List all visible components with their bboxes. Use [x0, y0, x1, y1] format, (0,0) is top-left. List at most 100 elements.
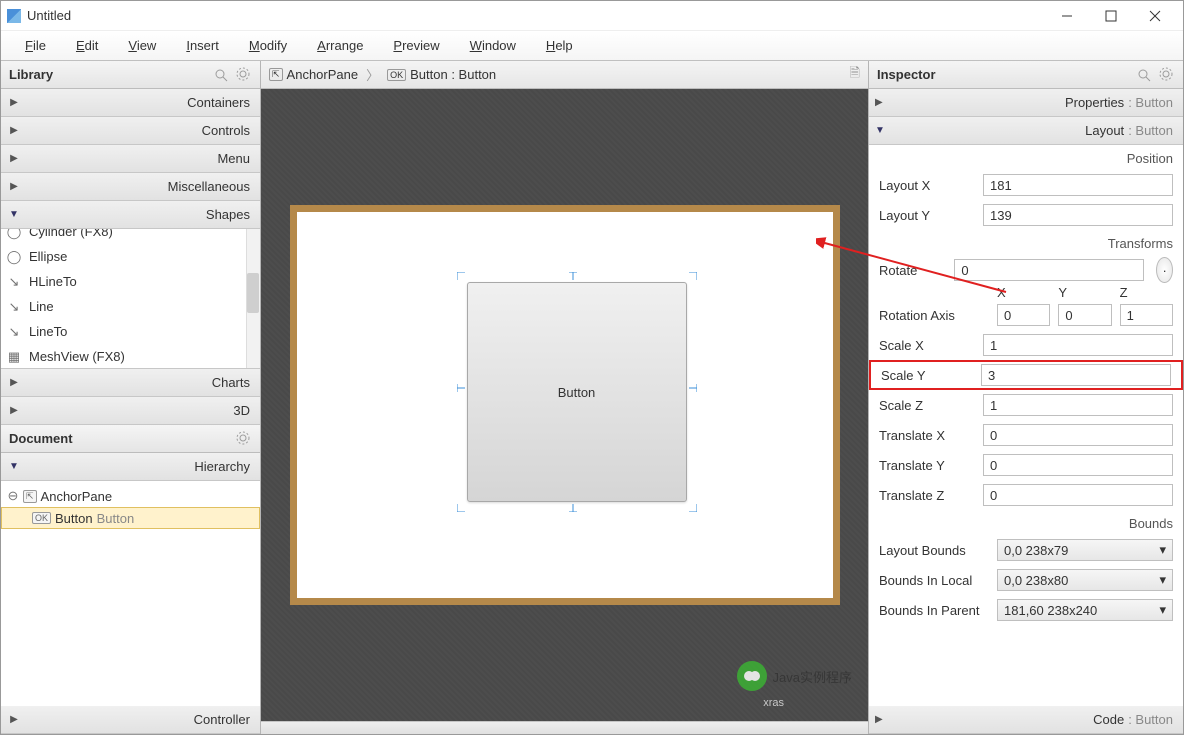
- menu-edit[interactable]: Edit: [62, 34, 112, 57]
- menu-arrange[interactable]: Arrange: [303, 34, 377, 57]
- prop-bounds-parent: Bounds In Parent181,60 238x240▾: [869, 595, 1183, 625]
- section-menu[interactable]: ▶Menu: [1, 145, 260, 173]
- prop-scale-y: Scale Y: [869, 360, 1183, 390]
- close-button[interactable]: [1133, 2, 1177, 30]
- section-hierarchy[interactable]: ▼Hierarchy: [1, 453, 260, 481]
- translate-y-input[interactable]: [983, 454, 1173, 476]
- left-panel: Library ▶Containers ▶Controls ▶Menu ▶Mis…: [1, 61, 261, 734]
- translate-x-input[interactable]: [983, 424, 1173, 446]
- section-3d[interactable]: ▶3D: [1, 397, 260, 425]
- section-properties[interactable]: ▶Properties: Button: [869, 89, 1183, 117]
- inspector-title: Inspector: [877, 67, 936, 82]
- document-icon[interactable]: 🗎: [850, 64, 860, 86]
- prop-translate-z: Translate Z: [869, 480, 1183, 510]
- prop-layout-y: Layout Y: [869, 200, 1183, 230]
- chevron-down-icon: ▾: [1159, 542, 1166, 558]
- library-title: Library: [9, 67, 53, 82]
- menu-preview[interactable]: Preview: [379, 34, 453, 57]
- section-controller[interactable]: ▶Controller: [1, 706, 260, 734]
- chevron-right-icon: 〉: [366, 65, 379, 84]
- list-item[interactable]: ↘HLineTo: [1, 269, 260, 294]
- axis-labels: XYZ: [869, 285, 1183, 300]
- button-node[interactable]: Button: [467, 282, 687, 502]
- list-item[interactable]: ↘Line: [1, 294, 260, 319]
- crumb-anchorpane[interactable]: ⇱AnchorPane: [269, 67, 358, 82]
- prop-rotate: Rotate·: [869, 255, 1183, 285]
- gear-icon[interactable]: [1159, 67, 1175, 83]
- section-controls[interactable]: ▶Controls: [1, 117, 260, 145]
- button-icon: OK: [32, 512, 51, 524]
- maximize-button[interactable]: [1089, 2, 1133, 30]
- section-shapes[interactable]: ▼Shapes: [1, 201, 260, 229]
- list-item[interactable]: ◯Ellipse: [1, 244, 260, 269]
- center-panel: ⇱AnchorPane 〉 OKButton : Button 🗎 Button: [261, 61, 868, 734]
- inspector-header: Inspector: [869, 61, 1183, 89]
- layout-y-input[interactable]: [983, 204, 1173, 226]
- layout-x-input[interactable]: [983, 174, 1173, 196]
- faint-watermark: xras: [763, 697, 784, 709]
- tree-row-anchorpane[interactable]: ⊖ ⇱ AnchorPane: [1, 485, 260, 507]
- bounds-parent-combo[interactable]: 181,60 238x240▾: [997, 599, 1173, 621]
- rotation-axis-x[interactable]: [997, 304, 1050, 326]
- document-header: Document: [1, 425, 260, 453]
- chevron-down-icon: ▾: [1159, 602, 1166, 618]
- shapes-list: ◯Cylinder (FX8) ◯Ellipse ↘HLineTo ↘Line …: [1, 229, 260, 369]
- section-containers[interactable]: ▶Containers: [1, 89, 260, 117]
- library-header: Library: [1, 61, 260, 89]
- menu-modify[interactable]: Modify: [235, 34, 301, 57]
- scale-y-input[interactable]: [981, 364, 1171, 386]
- inspector-panel: Inspector ▶Properties: Button ▼Layout: B…: [868, 61, 1183, 734]
- prop-layout-x: Layout X: [869, 170, 1183, 200]
- translate-z-input[interactable]: [983, 484, 1173, 506]
- page-anchorpane[interactable]: Button: [290, 205, 840, 605]
- canvas-bottom-bar: [261, 721, 868, 734]
- window-title: Untitled: [27, 8, 1045, 23]
- chevron-down-icon: ▾: [1159, 572, 1166, 588]
- crumb-button[interactable]: OKButton : Button: [387, 67, 496, 82]
- group-transforms: Transforms: [869, 230, 1183, 255]
- menu-view[interactable]: View: [114, 34, 170, 57]
- section-layout[interactable]: ▼Layout: Button: [869, 117, 1183, 145]
- scale-z-input[interactable]: [983, 394, 1173, 416]
- search-icon[interactable]: [212, 66, 230, 84]
- app-icon: [7, 9, 21, 23]
- menu-window[interactable]: Window: [456, 34, 530, 57]
- section-misc[interactable]: ▶Miscellaneous: [1, 173, 260, 201]
- menubar: File Edit View Insert Modify Arrange Pre…: [1, 31, 1183, 61]
- scale-x-input[interactable]: [983, 334, 1173, 356]
- hierarchy-tree: ⊖ ⇱ AnchorPane OK Button Button: [1, 481, 260, 706]
- rotate-input[interactable]: [954, 259, 1144, 281]
- scrollbar[interactable]: [246, 229, 260, 368]
- prop-bounds-local: Bounds In Local0,0 238x80▾: [869, 565, 1183, 595]
- bounds-local-combo[interactable]: 0,0 238x80▾: [997, 569, 1173, 591]
- rotate-dial[interactable]: ·: [1156, 257, 1173, 283]
- group-position: Position: [869, 145, 1183, 170]
- menu-insert[interactable]: Insert: [172, 34, 233, 57]
- prop-rotation-axis: Rotation Axis: [869, 300, 1183, 330]
- tree-row-button[interactable]: OK Button Button: [1, 507, 260, 529]
- gear-icon[interactable]: [236, 67, 252, 83]
- layout-bounds-combo[interactable]: 0,0 238x79▾: [997, 539, 1173, 561]
- watermark: Java实例程序: [737, 661, 852, 691]
- rotation-axis-z[interactable]: [1120, 304, 1173, 326]
- list-item[interactable]: ↘LineTo: [1, 319, 260, 344]
- prop-scale-x: Scale X: [869, 330, 1183, 360]
- anchor-icon: ⇱: [23, 490, 37, 503]
- menu-file[interactable]: File: [11, 34, 60, 57]
- menu-help[interactable]: Help: [532, 34, 587, 57]
- list-item[interactable]: ▦MeshView (FX8): [1, 344, 260, 369]
- search-icon[interactable]: [1135, 66, 1153, 84]
- canvas[interactable]: Button Java实例程序 xras: [261, 89, 868, 721]
- prop-translate-y: Translate Y: [869, 450, 1183, 480]
- inspector-body: Position Layout X Layout Y Transforms Ro…: [869, 145, 1183, 706]
- minimize-button[interactable]: [1045, 2, 1089, 30]
- section-code[interactable]: ▶Code: Button: [869, 706, 1183, 734]
- list-item[interactable]: ◯Cylinder (FX8): [1, 229, 260, 244]
- titlebar: Untitled: [1, 1, 1183, 31]
- document-title: Document: [9, 431, 73, 446]
- section-charts[interactable]: ▶Charts: [1, 369, 260, 397]
- rotation-axis-y[interactable]: [1058, 304, 1111, 326]
- prop-layout-bounds: Layout Bounds0,0 238x79▾: [869, 535, 1183, 565]
- group-bounds: Bounds: [869, 510, 1183, 535]
- gear-icon[interactable]: [236, 431, 252, 447]
